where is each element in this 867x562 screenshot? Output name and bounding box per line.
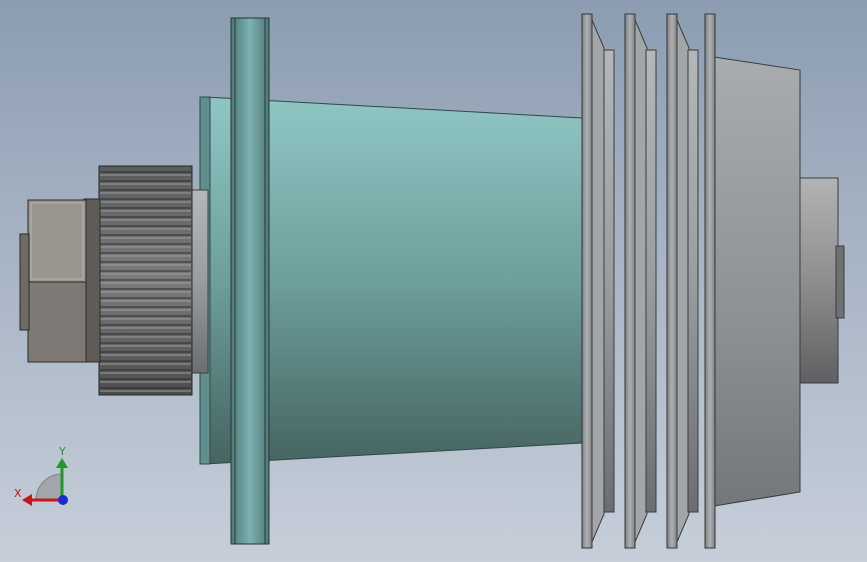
3d-model-view[interactable]: Y X	[0, 0, 867, 562]
flange[interactable]	[230, 17, 270, 545]
sheave-flank	[676, 19, 690, 543]
coordinate-triad: Y X	[14, 445, 68, 506]
pulley-sheave	[704, 13, 716, 549]
v-belt-pulley[interactable]	[581, 13, 716, 549]
sheave-flank	[634, 19, 648, 543]
hex-nut[interactable]	[19, 198, 101, 363]
pulley-sheave	[624, 13, 636, 549]
sheave-flank	[591, 19, 605, 543]
pulley-sheave	[581, 13, 593, 549]
groove-root	[645, 49, 657, 513]
timing-pulley[interactable]	[98, 165, 193, 396]
pulley-sheave	[666, 13, 678, 549]
x-axis-label: X	[14, 487, 22, 500]
shaft-end[interactable]	[799, 177, 845, 384]
groove-root	[687, 49, 699, 513]
pulley-cone[interactable]	[713, 56, 801, 507]
y-axis-label: Y	[58, 445, 66, 458]
graphics-viewport[interactable]: Y X	[0, 0, 867, 562]
groove-root	[603, 49, 615, 513]
